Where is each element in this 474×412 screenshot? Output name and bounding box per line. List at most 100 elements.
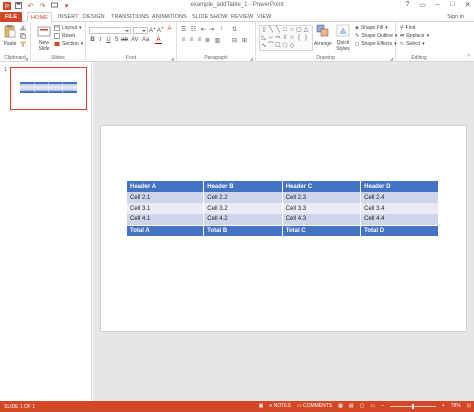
star-shape-icon[interactable]: ☆ xyxy=(289,35,295,41)
slideshow-view-icon[interactable]: ▭ xyxy=(370,403,375,409)
numbering-icon[interactable]: ☷ xyxy=(190,26,197,33)
maximize-icon[interactable]: □ xyxy=(448,1,457,9)
justify-icon[interactable]: ≣ xyxy=(204,37,211,44)
font-launcher-icon[interactable]: ◢ xyxy=(171,56,174,61)
table-total-cell[interactable]: Total A xyxy=(127,224,205,236)
line-spacing-icon[interactable]: ↕ xyxy=(218,26,225,32)
copy-icon[interactable] xyxy=(20,33,26,39)
section-button[interactable]: Section ▾ xyxy=(54,41,83,47)
table-cell[interactable]: Cell 4.4 xyxy=(360,214,438,225)
table-header-cell[interactable]: Header A xyxy=(127,181,205,192)
align-left-icon[interactable]: ≡ xyxy=(180,37,187,43)
shape-outline-button[interactable]: ✎ Shape Outline ▾ xyxy=(355,33,397,39)
table-cell[interactable]: Cell 4.1 xyxy=(127,214,205,225)
textbox-shape-icon[interactable]: ▯ xyxy=(261,27,267,33)
quick-styles-button[interactable]: Quick Styles xyxy=(333,24,353,52)
down-arrow-shape-icon[interactable]: ⇩ xyxy=(282,35,288,41)
minimize-icon[interactable]: – xyxy=(433,1,442,9)
align-right-icon[interactable]: ≡ xyxy=(196,37,203,43)
select-button[interactable]: ↖ Select ▾ xyxy=(400,41,425,47)
zoom-out-icon[interactable]: – xyxy=(381,403,384,409)
font-color-icon[interactable]: A xyxy=(155,37,162,44)
italic-icon[interactable]: I xyxy=(97,37,104,43)
tab-animations[interactable]: ANIMATIONS xyxy=(149,12,190,22)
oval-shape-icon[interactable]: ○ xyxy=(289,27,295,33)
shrink-font-icon[interactable]: A▼ xyxy=(157,26,164,34)
bullets-icon[interactable]: ☰ xyxy=(180,26,187,33)
tab-transitions[interactable]: TRANSITIONS xyxy=(108,12,152,22)
sign-in-link[interactable]: Sign in xyxy=(447,12,464,22)
table-total-cell[interactable]: Total D xyxy=(360,224,438,236)
table-cell[interactable]: Cell 3.2 xyxy=(203,203,283,214)
spell-check-icon[interactable]: ▣ xyxy=(259,403,264,409)
format-painter-icon[interactable] xyxy=(20,41,26,47)
font-size-combo[interactable] xyxy=(133,27,148,34)
tab-review[interactable]: REVIEW xyxy=(228,12,256,22)
clear-formatting-icon[interactable]: A xyxy=(166,26,173,32)
smartart-icon[interactable]: ⊞ xyxy=(241,37,248,44)
align-text-icon[interactable]: ⊟ xyxy=(231,37,238,44)
triangle-shape-icon[interactable]: △ xyxy=(303,27,309,33)
reset-button[interactable]: Reset xyxy=(54,33,75,39)
align-center-icon[interactable]: ≡ xyxy=(188,37,195,43)
normal-view-icon[interactable]: ▦ xyxy=(338,403,343,409)
shapes-gallery[interactable]: ▯ ╲ ╲ □ ○ ▢ △ ◺ ⌐ ⇨ ⇩ ☆ { } ∿ ⌒ ☐ ⬠ ◇ xyxy=(259,25,313,51)
cut-icon[interactable] xyxy=(20,25,26,31)
ribbon-display-icon[interactable]: ▭ xyxy=(418,1,427,9)
table-cell[interactable]: Cell 4.2 xyxy=(203,214,283,225)
shadow-icon[interactable]: S xyxy=(113,37,120,43)
close-icon[interactable]: ✕ xyxy=(463,1,472,9)
slide-canvas[interactable]: Header A Header B Header C Header D Cell… xyxy=(100,125,467,332)
table-cell[interactable]: Cell 3.4 xyxy=(360,203,438,214)
help-icon[interactable]: ? xyxy=(403,1,412,9)
reading-view-icon[interactable]: ▢ xyxy=(360,403,365,409)
collapse-ribbon-icon[interactable]: ˄ xyxy=(467,53,470,59)
text-direction-icon[interactable]: ⇅ xyxy=(231,26,238,33)
clipboard-launcher-icon[interactable]: ◢ xyxy=(25,56,28,61)
brace-close-shape-icon[interactable]: } xyxy=(303,35,309,41)
shape-fill-button[interactable]: ◈ Shape Fill ▾ xyxy=(355,25,388,31)
layout-button[interactable]: Layout ▾ xyxy=(54,25,82,31)
find-button[interactable]: ⚲ Find xyxy=(400,25,415,31)
right-triangle-shape-icon[interactable]: ◺ xyxy=(261,35,267,41)
table-cell[interactable]: Cell 2.4 xyxy=(360,192,438,203)
columns-icon[interactable]: ▥ xyxy=(214,37,221,44)
table-total-cell[interactable]: Total B xyxy=(203,224,283,236)
tab-view[interactable]: VIEW xyxy=(254,12,274,22)
table-cell[interactable]: Cell 4.3 xyxy=(282,214,362,225)
rectangle-shape-icon[interactable]: □ xyxy=(282,27,288,33)
table-cell[interactable]: Cell 3.1 xyxy=(127,203,205,214)
tab-insert[interactable]: INSERT xyxy=(55,12,82,22)
tab-design[interactable]: DESIGN xyxy=(80,12,108,22)
decrease-indent-icon[interactable]: ⇤ xyxy=(200,26,207,33)
drawing-launcher-icon[interactable]: ◢ xyxy=(390,56,393,61)
zoom-level[interactable]: 78% xyxy=(451,403,461,409)
font-name-combo[interactable] xyxy=(89,27,131,34)
table-total-cell[interactable]: Total C xyxy=(282,224,362,236)
brace-shape-icon[interactable]: { xyxy=(296,35,302,41)
table-cell[interactable]: Cell 2.3 xyxy=(282,192,362,203)
table-header-cell[interactable]: Header C xyxy=(282,181,362,192)
paragraph-launcher-icon[interactable]: ◢ xyxy=(250,56,253,61)
bold-icon[interactable]: B xyxy=(89,37,96,43)
freeform-shape-icon[interactable]: ⌒ xyxy=(268,43,274,49)
table-cell[interactable]: Cell 2.1 xyxy=(127,192,205,203)
line-shape-icon[interactable]: ╲ xyxy=(268,27,274,33)
table-cell[interactable]: Cell 3.3 xyxy=(282,203,362,214)
table-header-cell[interactable]: Header D xyxy=(360,181,438,192)
grow-font-icon[interactable]: A▲ xyxy=(149,26,156,34)
table-cell[interactable]: Cell 2.2 xyxy=(203,192,283,203)
zoom-in-icon[interactable]: + xyxy=(442,403,445,409)
table-header-cell[interactable]: Header B xyxy=(203,181,283,192)
slide-thumbnail[interactable] xyxy=(10,67,87,110)
tab-file[interactable]: FILE xyxy=(0,12,22,22)
comments-button[interactable]: ▭ COMMENTS xyxy=(297,403,332,409)
slide-table[interactable]: Header A Header B Header C Header D Cell… xyxy=(127,181,438,236)
arrange-button[interactable]: Arrange xyxy=(314,24,332,47)
curve-shape-icon[interactable]: ∿ xyxy=(261,43,267,49)
increase-indent-icon[interactable]: ⇥ xyxy=(208,26,215,33)
strikethrough-icon[interactable]: ab xyxy=(121,37,128,43)
connector-shape-icon[interactable]: ⌐ xyxy=(268,35,274,41)
shape-effects-button[interactable]: ◻ Shape Effects ▾ xyxy=(355,41,397,47)
new-slide-button[interactable]: New Slide xyxy=(34,24,54,52)
